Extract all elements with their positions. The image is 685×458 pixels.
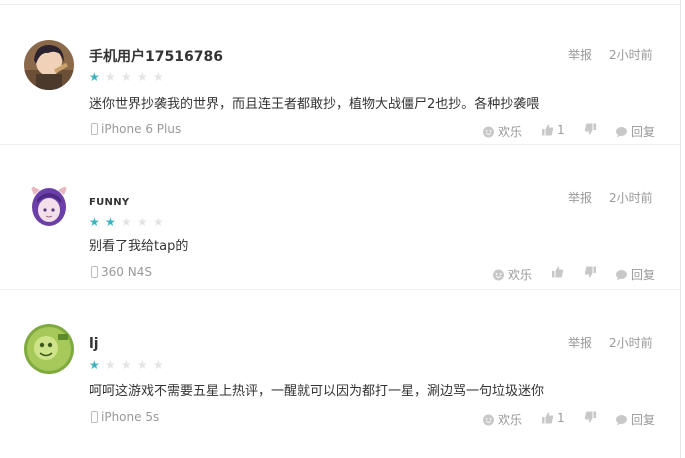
dislike-button[interactable]: [584, 411, 597, 423]
star-icon: ★: [121, 215, 132, 229]
star-icon: ★: [121, 70, 132, 84]
fun-button[interactable]: 欢乐: [492, 266, 532, 283]
fun-button[interactable]: 欢乐: [482, 411, 522, 428]
thumbs-up-icon: [542, 412, 554, 424]
reply-label: 回复: [631, 413, 656, 427]
device-name: iPhone 6 Plus: [101, 122, 182, 136]
star-icon: ★: [105, 358, 116, 372]
star-icon: ★: [89, 358, 100, 372]
reply-button[interactable]: 回复: [615, 266, 655, 283]
reply-label: 回复: [631, 268, 656, 282]
star-icon: ★: [89, 215, 100, 229]
device-name: 360 N4S: [101, 265, 152, 279]
thumbs-down-icon: [584, 123, 596, 135]
phone-icon: [91, 123, 98, 135]
fun-label: 欢乐: [498, 125, 523, 139]
username[interactable]: FUNNY: [89, 197, 129, 208]
fun-button[interactable]: 欢乐: [482, 123, 522, 140]
dislike-button[interactable]: [584, 123, 597, 135]
timestamp: 2小时前: [609, 191, 653, 205]
device-name: iPhone 5s: [101, 410, 160, 424]
comment-icon: [616, 269, 627, 280]
star-icon: ★: [105, 215, 116, 229]
comment-icon: [616, 414, 627, 425]
username[interactable]: lj: [89, 336, 99, 352]
star-icon: ★: [153, 358, 164, 372]
avatar[interactable]: [24, 181, 74, 231]
phone-icon: [91, 411, 98, 423]
smile-icon: [493, 269, 504, 280]
report-link[interactable]: 举报: [568, 334, 592, 351]
review-content: 呵呵这游戏不需要五星上热评，一醒就可以因为都打一星，涮边骂一句垃圾迷你: [89, 384, 545, 399]
thumbs-down-icon: [584, 266, 596, 278]
review-item: 手机用户17516786 ★ ★ ★ ★ ★ 举报 2小时前 迷你世界抄袭我的世界，而且…: [0, 4, 680, 145]
avatar[interactable]: [24, 40, 74, 90]
thumbs-up-icon: [542, 124, 554, 136]
device-info: iPhone 6 Plus: [91, 122, 181, 136]
thumbs-up-icon: [552, 266, 564, 278]
like-button[interactable]: 1: [541, 411, 565, 425]
smile-icon: [483, 126, 494, 137]
review-item: FUNNY ★ ★ ★ ★ ★ 举报 2小时前 别看了我给tap的 360 N4S 欢乐…: [0, 149, 680, 290]
star-icon: ★: [137, 215, 148, 229]
fun-label: 欢乐: [508, 268, 533, 282]
star-icon: ★: [121, 358, 132, 372]
star-icon: ★: [137, 70, 148, 84]
comment-icon: [616, 126, 627, 137]
report-link[interactable]: 举报: [568, 189, 592, 206]
star-icon: ★: [89, 70, 100, 84]
star-icon: ★: [153, 70, 164, 84]
fun-label: 欢乐: [498, 413, 523, 427]
star-rating: ★ ★ ★ ★ ★: [89, 354, 169, 371]
like-count: 1: [557, 411, 565, 425]
star-rating: ★ ★ ★ ★ ★: [89, 66, 169, 83]
reply-button[interactable]: 回复: [615, 123, 655, 140]
like-button[interactable]: [551, 266, 567, 278]
phone-icon: [91, 266, 98, 278]
device-info: 360 N4S: [91, 265, 152, 279]
review-content: 别看了我给tap的: [89, 239, 189, 254]
reply-label: 回复: [631, 125, 656, 139]
dislike-button[interactable]: [584, 266, 597, 278]
avatar[interactable]: [24, 324, 74, 374]
star-icon: ★: [137, 358, 148, 372]
like-count: 1: [557, 123, 565, 137]
username[interactable]: 手机用户17516786: [89, 46, 223, 66]
review-list: 手机用户17516786 ★ ★ ★ ★ ★ 举报 2小时前 迷你世界抄袭我的世界，而且…: [0, 0, 681, 458]
review-item: lj ★ ★ ★ ★ ★ 举报 2小时前 呵呵这游戏不需要五星上热评，一醒就可以因为都打…: [0, 294, 680, 458]
thumbs-down-icon: [584, 411, 596, 423]
device-info: iPhone 5s: [91, 410, 159, 424]
report-link[interactable]: 举报: [568, 46, 592, 63]
star-icon: ★: [105, 70, 116, 84]
like-button[interactable]: 1: [541, 123, 565, 137]
smile-icon: [483, 414, 494, 425]
timestamp: 2小时前: [609, 48, 653, 62]
star-icon: ★: [153, 215, 164, 229]
review-content: 迷你世界抄袭我的世界，而且连王者都敢抄，植物大战僵尸2也抄。各种抄袭喂: [89, 97, 540, 112]
star-rating: ★ ★ ★ ★ ★: [89, 211, 169, 228]
reply-button[interactable]: 回复: [615, 411, 655, 428]
timestamp: 2小时前: [609, 336, 653, 350]
